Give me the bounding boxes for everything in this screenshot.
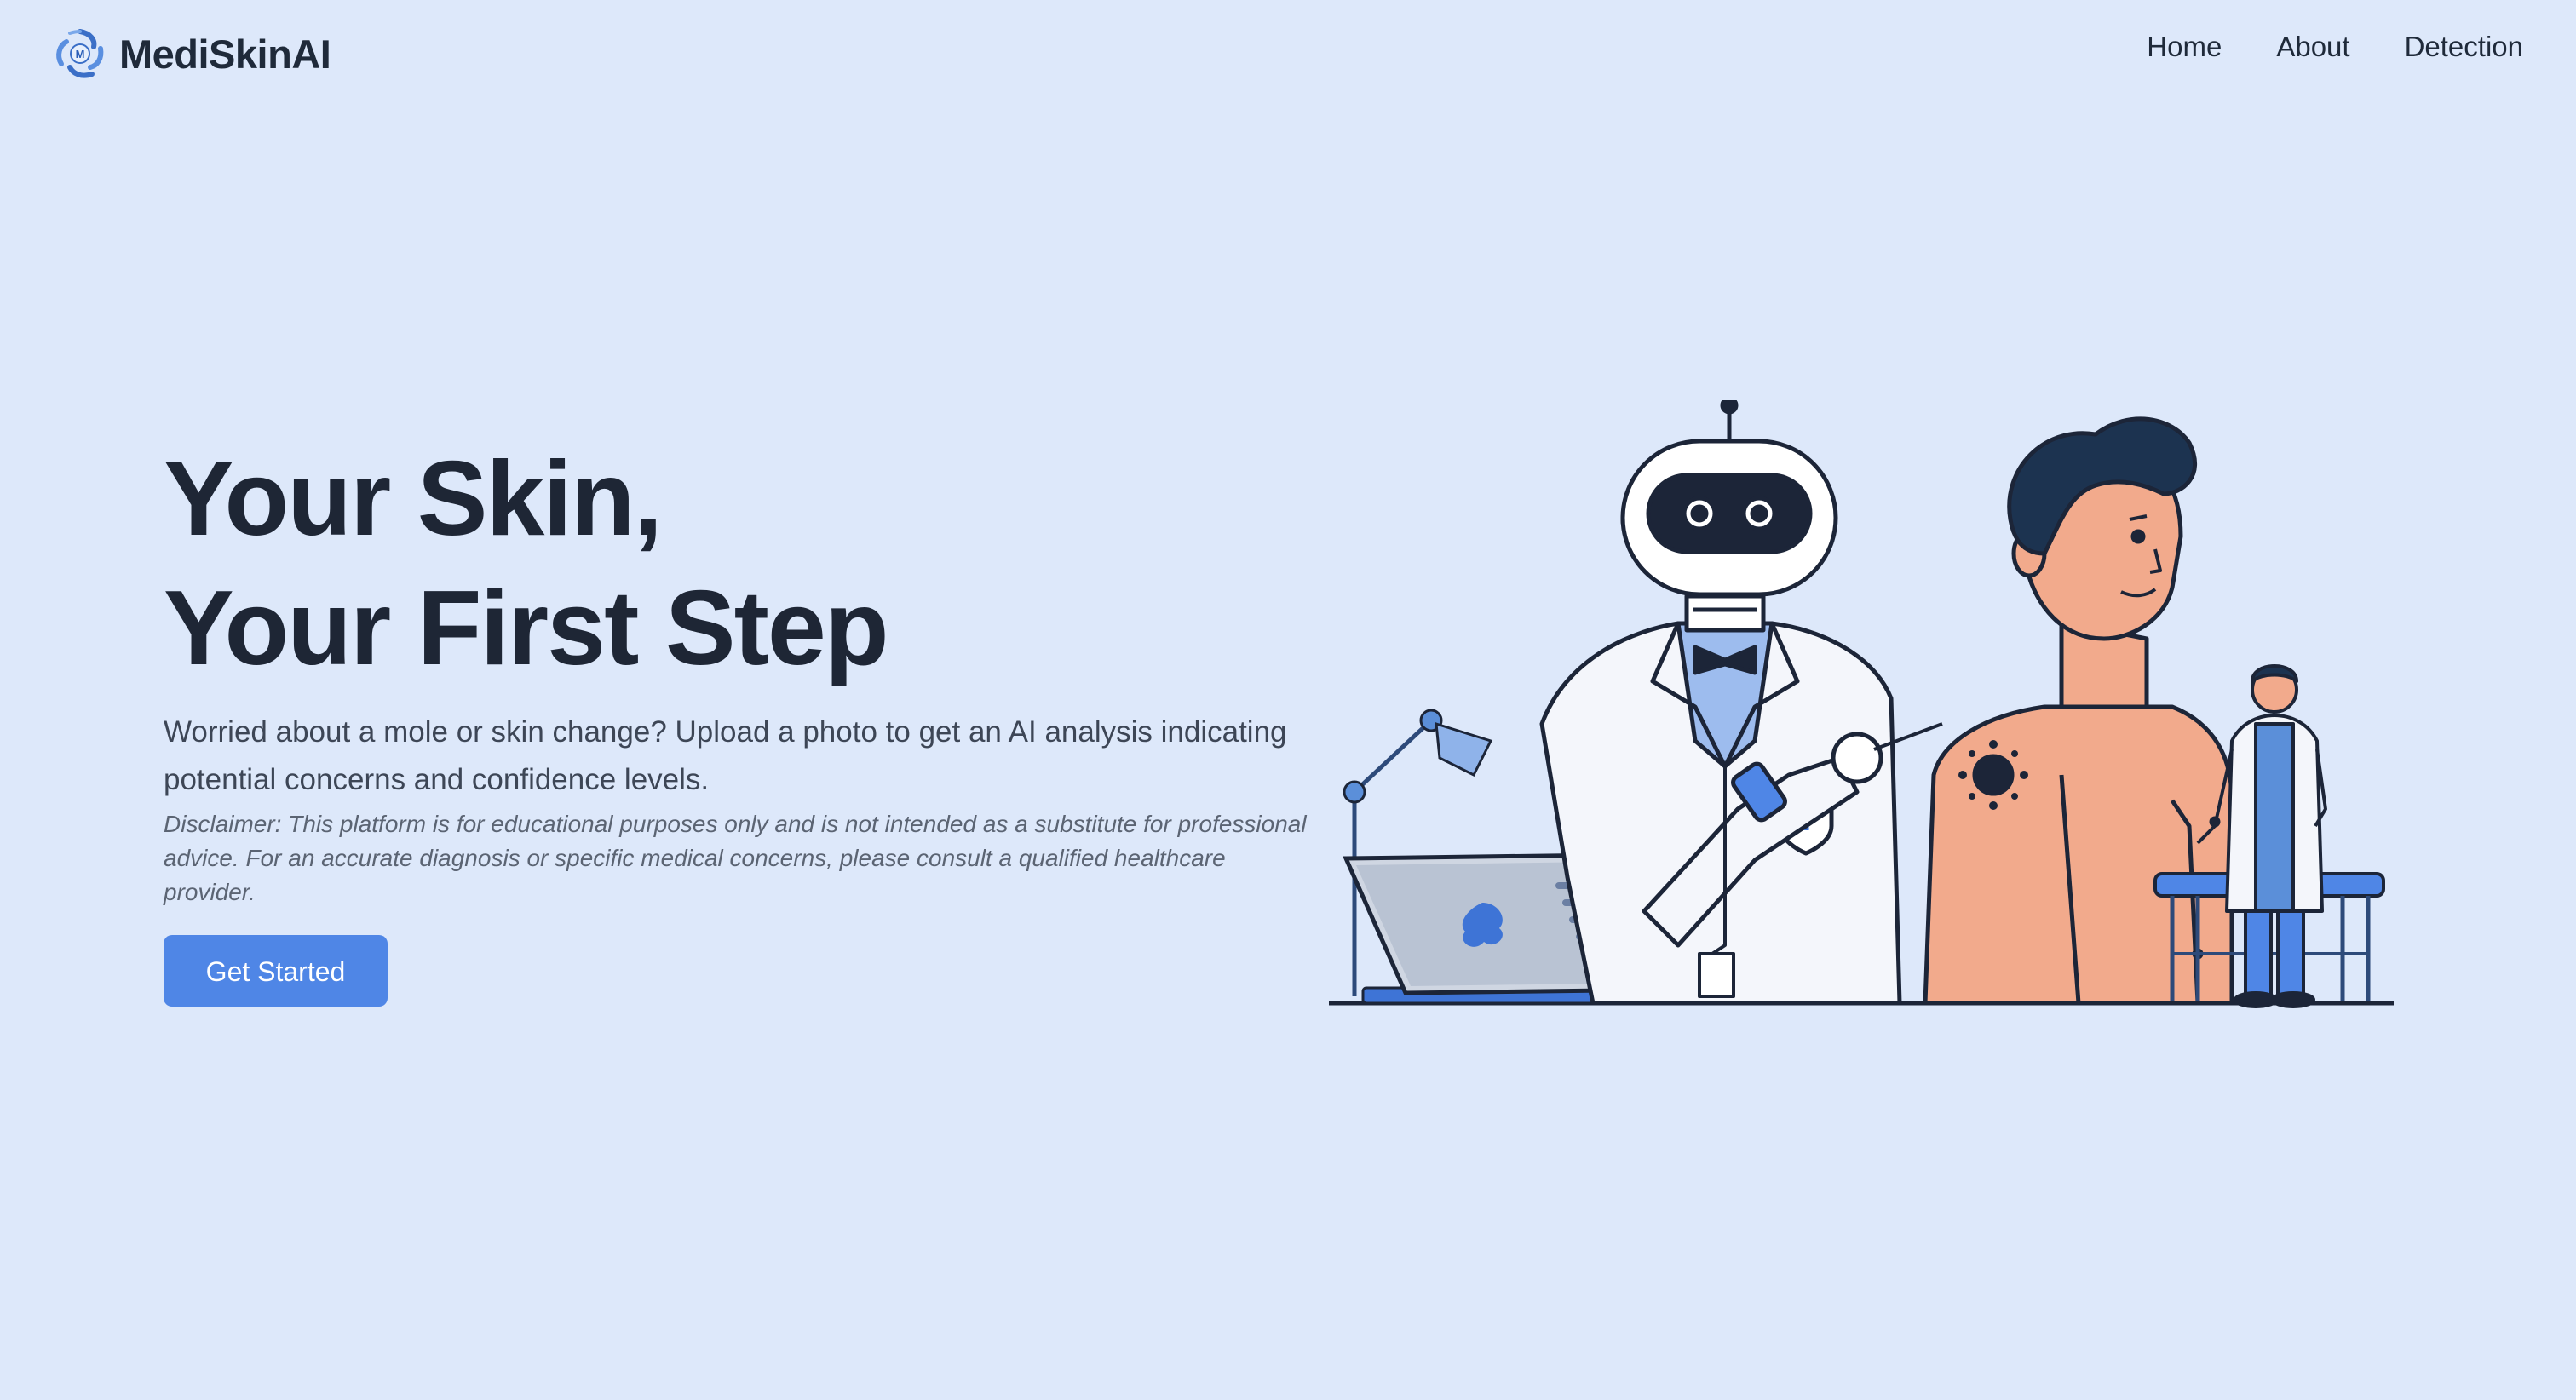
hero-disclaimer: Disclaimer: This platform is for educati… xyxy=(164,811,1307,905)
nav-links: Home About Detection xyxy=(2147,31,2523,63)
svg-text:M: M xyxy=(76,48,85,60)
nav-link-detection[interactable]: Detection xyxy=(2405,31,2523,63)
hero-title-line-1: Your Skin, xyxy=(164,440,663,558)
robot-doctor-illustration xyxy=(1539,400,1943,1006)
hero-section: Your Skin, Your First Step Worried about… xyxy=(164,434,1322,1007)
nav-link-about[interactable]: About xyxy=(2276,31,2349,63)
nav-link-home[interactable]: Home xyxy=(2147,31,2222,63)
brand[interactable]: M MediSkinAI xyxy=(53,24,331,83)
top-nav: M MediSkinAI Home About Detection xyxy=(0,0,2576,109)
hero-title: Your Skin, Your First Step xyxy=(164,434,1322,693)
get-started-button[interactable]: Get Started xyxy=(164,935,388,1007)
patient-illustration xyxy=(1923,416,2234,1006)
hero-description: Worried about a mole or skin change? Upl… xyxy=(164,715,1287,796)
hero-illustration xyxy=(1329,400,2394,1008)
brand-name: MediSkinAI xyxy=(119,31,331,77)
swirl-logo-icon: M xyxy=(56,29,104,78)
hero-title-line-2: Your First Step xyxy=(164,570,889,687)
